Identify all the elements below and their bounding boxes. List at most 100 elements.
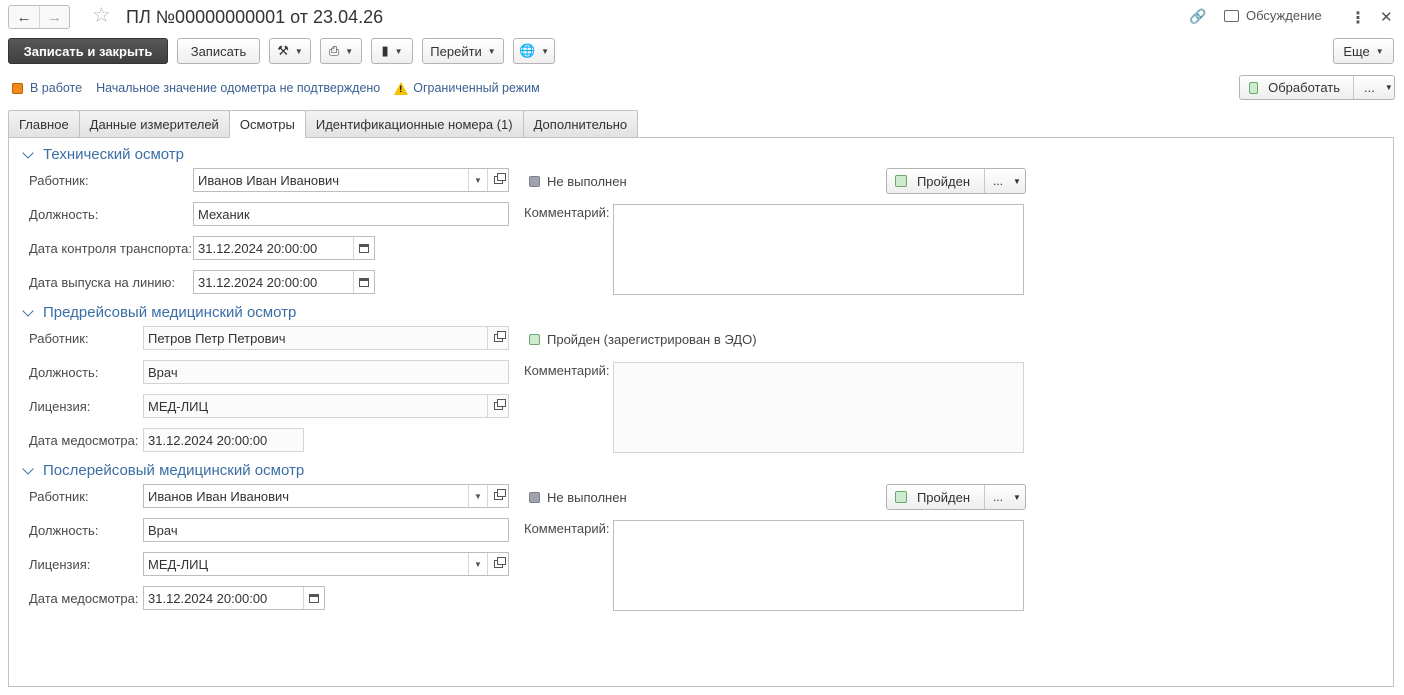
- post-med-license-value: МЕД-ЛИЦ: [148, 556, 209, 572]
- tech-worker-value: Иванов Иван Иванович: [198, 172, 340, 188]
- comment-label: Комментарий:: [524, 363, 610, 378]
- tech-status-label: Не выполнен: [547, 174, 627, 189]
- section-pre-trip-medical[interactable]: Предрейсовый медицинский осмотр: [21, 304, 296, 321]
- post-med-pass-button[interactable]: Пройден: [887, 485, 985, 509]
- chevron-down-icon[interactable]: ▼: [468, 553, 487, 575]
- process-more-button[interactable]: ... ▼: [1354, 76, 1394, 99]
- open-icon[interactable]: [487, 169, 508, 191]
- pre-med-worker-field[interactable]: Петров Петр Петрович: [143, 326, 509, 350]
- chevron-down-icon: ▼: [487, 46, 496, 56]
- save-button[interactable]: Записать: [177, 38, 260, 64]
- more-label: Еще: [1343, 43, 1370, 59]
- bar-chart-icon: ▮: [381, 43, 389, 58]
- chevron-down-icon[interactable]: ▼: [468, 485, 487, 507]
- odometer-warning-link[interactable]: Начальное значение одометра не подтвержд…: [96, 81, 380, 95]
- pre-med-position-field[interactable]: Врач: [143, 360, 509, 384]
- tab-inspections[interactable]: Осмотры: [228, 110, 306, 138]
- chevron-down-icon: ▼: [294, 46, 303, 56]
- tech-position-value: Механик: [198, 206, 250, 222]
- pass-label: Пройден: [916, 173, 970, 189]
- release-date-value: 31.12.2024 20:00:00: [198, 274, 318, 290]
- chevron-down-icon[interactable]: ▼: [468, 169, 487, 191]
- process-label: Обработать: [1268, 80, 1340, 95]
- hammer-icon: ⚒: [277, 43, 289, 58]
- section-title: Послерейсовый медицинский осмотр: [43, 462, 305, 479]
- chevron-down-icon: ▼: [1375, 46, 1384, 56]
- discussion-button[interactable]: Обсуждение: [1224, 8, 1322, 23]
- pre-med-date-field[interactable]: 31.12.2024 20:00:00: [143, 428, 304, 452]
- green-status-icon: [895, 491, 907, 503]
- section-tech-inspection[interactable]: Технический осмотр: [21, 146, 184, 163]
- globe-menu-button[interactable]: 🌐 ▼: [513, 38, 555, 64]
- tab-meter-data[interactable]: Данные измерителей: [78, 110, 230, 137]
- calendar-icon[interactable]: [353, 237, 374, 259]
- save-and-close-button[interactable]: Записать и закрыть: [8, 38, 168, 64]
- open-icon[interactable]: [487, 395, 508, 417]
- control-date-value: 31.12.2024 20:00:00: [198, 240, 318, 256]
- post-med-worker-field[interactable]: Иванов Иван Иванович ▼: [143, 484, 509, 508]
- post-med-pass-more-button[interactable]: ... ▼: [985, 485, 1025, 509]
- calendar-icon[interactable]: [303, 587, 324, 609]
- star-icon[interactable]: ☆: [92, 4, 111, 28]
- open-icon[interactable]: [487, 327, 508, 349]
- comment-label: Комментарий:: [524, 205, 610, 220]
- license-label: Лицензия:: [29, 557, 91, 572]
- chevron-down-icon: [22, 462, 34, 475]
- pre-med-comment-textarea[interactable]: [613, 362, 1024, 453]
- post-med-comment-textarea[interactable]: [613, 520, 1024, 611]
- more-options-icon[interactable]: ⋮: [1350, 8, 1366, 28]
- release-date-field[interactable]: 31.12.2024 20:00:00: [193, 270, 375, 294]
- med-date-label: Дата медосмотра:: [29, 433, 139, 448]
- tech-position-field[interactable]: Механик: [193, 202, 509, 226]
- post-med-status-label: Не выполнен: [547, 490, 627, 505]
- state-link[interactable]: В работе: [30, 81, 82, 95]
- post-med-license-field[interactable]: МЕД-ЛИЦ ▼: [143, 552, 509, 576]
- post-med-position-field[interactable]: Врач: [143, 518, 509, 542]
- post-med-date-field[interactable]: 31.12.2024 20:00:00: [143, 586, 325, 610]
- tab-additional[interactable]: Дополнительно: [522, 110, 639, 137]
- restricted-mode-link[interactable]: Ограниченный режим: [413, 81, 539, 95]
- open-icon[interactable]: [487, 485, 508, 507]
- comment-label: Комментарий:: [524, 521, 610, 536]
- process-more-label: ...: [1364, 80, 1375, 95]
- tech-comment-textarea[interactable]: [613, 204, 1024, 295]
- process-button[interactable]: Обработать: [1240, 76, 1354, 99]
- tab-bar: Главное Данные измерителей Осмотры Идент…: [8, 110, 639, 138]
- open-icon[interactable]: [487, 553, 508, 575]
- page-title: ПЛ №00000000001 от 23.04.26: [126, 7, 384, 27]
- pre-med-license-field[interactable]: МЕД-ЛИЦ: [143, 394, 509, 418]
- chevron-down-icon: ▼: [541, 46, 550, 56]
- arrow-right-icon[interactable]: →: [39, 6, 69, 28]
- chevron-down-icon: ▼: [1013, 492, 1021, 502]
- green-status-icon: [529, 334, 540, 345]
- print-menu-button[interactable]: ⎙ ▼: [320, 38, 362, 64]
- pre-med-worker-value: Петров Петр Петрович: [148, 330, 286, 346]
- pass-more-label: ...: [993, 174, 1004, 188]
- chevron-down-icon: ▼: [345, 46, 354, 56]
- reports-menu-button[interactable]: ▮ ▼: [371, 38, 413, 64]
- pre-med-license-value: МЕД-ЛИЦ: [148, 398, 209, 414]
- position-label: Должность:: [29, 523, 99, 538]
- tab-identification-numbers[interactable]: Идентификационные номера (1): [304, 110, 524, 137]
- pre-med-date-value: 31.12.2024 20:00:00: [148, 432, 268, 448]
- tech-pass-more-button[interactable]: ... ▼: [985, 169, 1025, 193]
- goto-menu-button[interactable]: Перейти ▼: [422, 38, 504, 64]
- status-bar: В работе Начальное значение одометра не …: [12, 80, 554, 96]
- section-post-trip-medical[interactable]: Послерейсовый медицинский осмотр: [21, 462, 304, 479]
- calendar-icon[interactable]: [353, 271, 374, 293]
- tech-pass-button[interactable]: Пройден: [887, 169, 985, 193]
- worker-label: Работник:: [29, 331, 89, 346]
- command-bar: Записать и закрыть Записать ⚒ ▼ ⎙ ▼ ▮ ▼ Пер…: [8, 38, 564, 64]
- arrow-left-icon[interactable]: ←: [9, 6, 39, 28]
- tools-menu-button[interactable]: ⚒ ▼: [269, 38, 311, 64]
- goto-label: Перейти: [430, 43, 482, 59]
- tech-worker-field[interactable]: Иванов Иван Иванович ▼: [193, 168, 509, 192]
- close-icon[interactable]: ✕: [1380, 8, 1393, 26]
- discussion-label: Обсуждение: [1246, 8, 1322, 23]
- link-icon[interactable]: 🔗: [1189, 8, 1206, 25]
- tab-main[interactable]: Главное: [8, 110, 80, 137]
- gray-status-icon: [529, 176, 540, 187]
- more-actions-button[interactable]: Еще ▼: [1333, 38, 1394, 64]
- control-date-label: Дата контроля транспорта:: [29, 241, 192, 256]
- control-date-field[interactable]: 31.12.2024 20:00:00: [193, 236, 375, 260]
